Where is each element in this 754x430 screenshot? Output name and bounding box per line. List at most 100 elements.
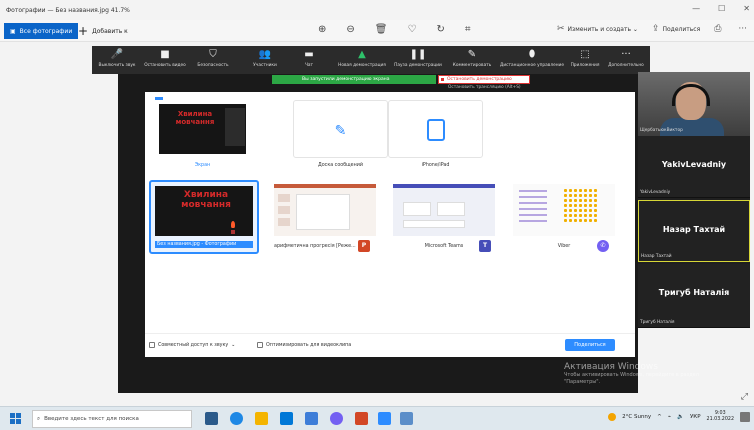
tile-label: Доска сообщений <box>318 163 363 168</box>
powerpoint-taskbar-icon[interactable] <box>355 412 368 425</box>
close-button[interactable]: ✕ <box>743 4 750 13</box>
share-tile-screen[interactable]: Хвилина мовчання Экран <box>155 100 250 172</box>
clock-time: 9:03 <box>714 411 726 416</box>
candle <box>231 230 235 234</box>
edit-create-button[interactable]: ✂ Изменить и создать ⌄ <box>557 24 638 34</box>
zoom-out-icon[interactable]: ⊖ <box>346 24 354 35</box>
photos-icon: ▣ <box>10 27 16 35</box>
notifications-icon[interactable] <box>740 412 750 422</box>
activation-subtitle: Чтобы активировать Windows, перейдите в … <box>564 372 699 385</box>
share-tile-photos[interactable]: Хвилина мовчання Без названия.jpg - Фото… <box>149 180 259 254</box>
camera-icon: ■ <box>160 49 170 60</box>
checkbox-box[interactable] <box>257 342 263 348</box>
activation-watermark: Активация Windows Чтобы активировать Win… <box>564 362 704 386</box>
photo-actions: ⊕ ⊖ 🗑 ♡ ↻ ⌗ <box>318 24 470 35</box>
task-view-icon[interactable] <box>205 412 218 425</box>
share-screen-icon: ▲ <box>358 49 366 60</box>
stop-video-button[interactable]: ■ Остановить видео <box>140 48 190 68</box>
more-button[interactable]: ··· Дополнительно <box>602 48 650 68</box>
tile-label: Viber <box>557 244 571 249</box>
edge-icon[interactable] <box>230 412 243 425</box>
participant-caption: Назар Тахтай <box>641 254 672 259</box>
zoom-meeting-taskbar-icon[interactable] <box>378 412 391 425</box>
system-tray: 2°C Sunny ^ ⌁ 🔈 УКР 9:03 21.03.2022 <box>608 411 750 423</box>
language-indicator[interactable]: УКР <box>690 414 701 420</box>
optimize-video-checkbox[interactable]: Оптимизировать для видеоклипа <box>257 342 351 348</box>
all-photos-button[interactable]: ▣ Все фотографии <box>4 23 79 39</box>
crop-icon[interactable]: ⌗ <box>465 24 471 35</box>
minimize-button[interactable]: — <box>692 4 700 13</box>
start-icon[interactable] <box>10 413 21 424</box>
share-tile-iphone[interactable]: iPhone/iPad <box>388 100 483 172</box>
chat-button[interactable]: ▬ Чат <box>284 48 334 68</box>
tablet-icon <box>426 119 445 141</box>
viber-taskbar-icon[interactable] <box>330 412 343 425</box>
security-button[interactable]: ⛉ Безопасность <box>188 48 238 68</box>
share-label: Поделиться <box>662 26 701 33</box>
mic-icon: 🎤 <box>110 49 124 60</box>
mute-button[interactable]: 🎤 Выключить звук <box>92 48 142 68</box>
mute-label: Выключить звук <box>98 63 136 68</box>
annotate-button[interactable]: ✎ Комментировать <box>444 48 500 68</box>
participant-name: Назар Тахтай <box>662 225 726 234</box>
flame <box>231 221 235 228</box>
zoom-in-icon[interactable]: ⊕ <box>318 24 326 35</box>
file-explorer-icon[interactable] <box>255 412 268 425</box>
teams-card <box>403 220 465 228</box>
checkbox-box[interactable] <box>149 342 155 348</box>
rotate-icon[interactable]: ↻ <box>436 24 444 35</box>
teams-preview <box>393 184 495 236</box>
share-button[interactable]: ⇪ Поделиться <box>652 24 700 34</box>
taskbar-search[interactable]: ⌕ Введите здесь текст для поиска <box>32 410 192 428</box>
photos-taskbar-icon[interactable] <box>400 412 413 425</box>
participant-video-tile[interactable]: ЩербатьюкВиктор <box>638 72 750 136</box>
share-confirm-button[interactable]: Поделиться <box>565 339 615 351</box>
remote-control-button[interactable]: ⬮ Дистанционное управление <box>496 48 568 68</box>
participant-tile-active[interactable]: Назар Тахтай Назар Тахтай <box>638 200 750 262</box>
stop-demo-button[interactable]: Остановить демонстрацию <box>438 75 530 84</box>
participants-icon: 👥 <box>258 49 272 60</box>
share-sound-checkbox[interactable]: Совместный доступ к звуку ⌄ <box>149 342 235 348</box>
store-icon[interactable] <box>280 412 293 425</box>
weather-sun-icon <box>608 413 617 421</box>
pause-share-button[interactable]: ❚❚ Пауза демонстрации <box>388 48 448 68</box>
teams-thumbnail <box>389 180 499 240</box>
viber-chat-list <box>519 190 547 224</box>
network-icon[interactable]: ⌁ <box>668 414 671 420</box>
share-tile-viber[interactable]: ✆ Viber <box>509 180 619 254</box>
pen-icon: ✎ <box>467 49 477 60</box>
expand-icon[interactable]: ⤢ <box>741 392 748 402</box>
maximize-button[interactable]: ☐ <box>718 4 725 13</box>
delete-icon[interactable]: 🗑 <box>375 24 388 35</box>
window-title: Фотографии — Без названия.jpg 41.7% <box>6 6 130 14</box>
participants-label: Участники <box>253 63 277 68</box>
stop-share-hint: Остановить трансляцию (Alt+S) <box>448 85 521 90</box>
viber-preview <box>513 184 615 236</box>
weather-text[interactable]: 2°C Sunny <box>622 414 651 420</box>
share-tile-teams[interactable]: T Microsoft Teams <box>389 180 499 254</box>
heart-icon[interactable]: ♡ <box>407 24 416 35</box>
chevron-down-icon[interactable]: ⌄ <box>231 343 235 348</box>
add-to-button[interactable]: + Добавить к <box>78 23 128 39</box>
print-icon[interactable]: ⎙ <box>714 24 721 34</box>
window-titlebar: Фотографии — Без названия.jpg 41.7% — ☐ … <box>0 0 754 20</box>
slide-thumb <box>278 206 290 214</box>
tray-arrow-icon[interactable]: ^ <box>657 414 662 420</box>
volume-icon[interactable]: 🔈 <box>677 414 684 420</box>
zoom-app-icon[interactable] <box>305 412 318 425</box>
plus-icon: + <box>78 24 89 38</box>
edit-create-label: Изменить и создать <box>567 26 632 33</box>
participant-tile[interactable]: YakivLevadniy YakivLevadniy <box>638 136 750 198</box>
window-controls: — ☐ ✕ <box>692 4 750 13</box>
new-share-button[interactable]: ▲ Новая демонстрация <box>332 48 392 68</box>
more-icon[interactable]: ··· <box>738 24 747 34</box>
participant-video <box>638 72 750 136</box>
participant-tile[interactable]: Тригуб Наталія Тригуб Наталія <box>638 264 750 328</box>
remote-icon: ⬮ <box>528 49 536 60</box>
clock[interactable]: 9:03 21.03.2022 <box>707 411 734 423</box>
participants-button[interactable]: 👥 Участники <box>240 48 290 68</box>
share-tile-whiteboard[interactable]: ✎ Доска сообщений <box>293 100 388 172</box>
share-sound-label: Совместный доступ к звуку <box>158 342 229 348</box>
share-tile-powerpoint[interactable]: P арифметична прогресія [Реже... <box>270 180 380 254</box>
toolbar-right: ✂ Изменить и создать ⌄ ⇪ Поделиться ⎙ ··· <box>557 24 750 34</box>
